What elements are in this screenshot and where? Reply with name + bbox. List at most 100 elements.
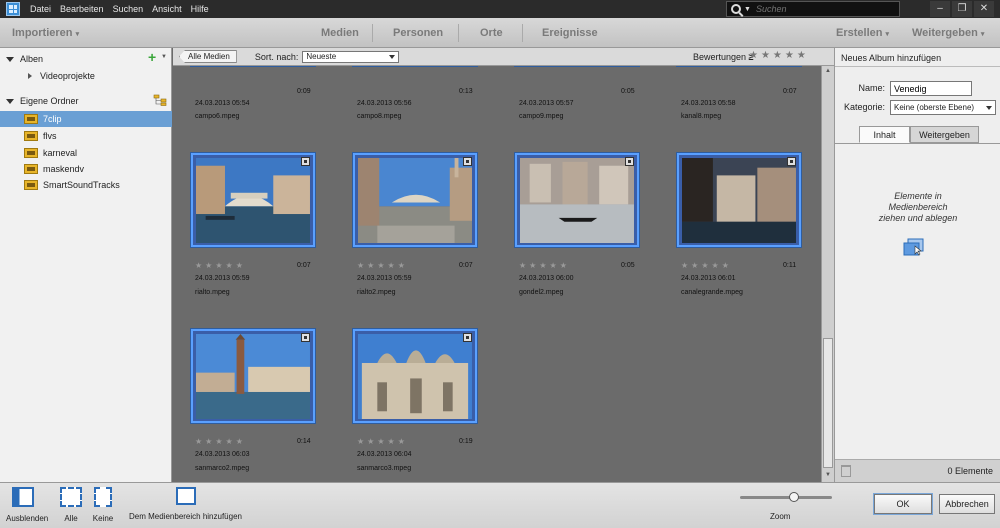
new-album-panel: Neues Album hinzufügen Name: Kategorie: … [834,48,1000,482]
folder-item-maskendv[interactable]: maskendv [0,161,172,177]
video-badge-icon [625,157,634,166]
search-dropdown-caret-icon[interactable]: ▼ [744,6,751,13]
media-item[interactable]: ★★★★★ 0:05 24.03.2013 06:00 gondel2.mpeg [497,153,639,323]
scroll-up-icon[interactable]: ▲ [825,68,831,74]
folders-header[interactable]: Eigene Ordner [0,93,79,109]
select-none-icon [94,487,112,507]
folder-icon [24,164,38,174]
media-item[interactable]: ★★★★★ 0:07 24.03.2013 05:59 rialto2.mpeg [335,153,477,323]
folder-icon [24,180,38,190]
hide-button[interactable]: Ausblenden [6,487,48,523]
zoom-slider-knob[interactable] [789,492,800,502]
album-item-videoprojekte[interactable]: Videoprojekte [22,68,95,84]
media-thumbnail[interactable] [515,153,639,247]
menu-bearbeiten[interactable]: Bearbeiten [60,4,104,14]
folder-label: 7clip [43,114,62,124]
media-thumbnail[interactable] [191,329,315,423]
import-button[interactable]: Importieren ▾ [12,27,79,39]
folder-icon [24,131,38,141]
create-button[interactable]: Erstellen ▾ [836,27,889,39]
tab-orte[interactable]: Orte [480,27,503,39]
scroll-thumb[interactable] [823,338,833,468]
search-icon[interactable] [731,4,741,14]
video-badge-icon [787,157,796,166]
ratings-filter-stars[interactable]: ★★★★★ [749,50,809,61]
menu-datei[interactable]: Datei [30,4,51,14]
add-to-media-icon [175,487,196,505]
category-label: Kategorie: [843,102,885,112]
thumbnail-image [358,158,472,244]
media-item[interactable]: 0:13 24.03.2013 05:56 campo8.mpeg [335,66,475,142]
media-filename: sanmarco3.mpeg [357,465,412,472]
scroll-down-icon[interactable]: ▼ [825,472,831,478]
tab-personen[interactable]: Personen [393,27,443,39]
media-item[interactable]: ★★★★★ 0:07 24.03.2013 05:59 rialto.mpeg [173,153,315,323]
trash-icon[interactable] [841,465,851,477]
media-duration: 0:05 [621,262,635,269]
zoom-slider[interactable] [740,492,832,502]
thumbnail-image [358,334,472,420]
media-item[interactable]: 0:05 24.03.2013 05:57 campo9.mpeg [497,66,637,142]
select-all-button[interactable]: Alle [58,487,84,523]
drag-drop-icon [903,238,924,256]
menu-suchen[interactable]: Suchen [113,4,144,14]
album-name-field[interactable] [890,81,972,96]
category-select[interactable]: Keine (oberste Ebene) [890,100,996,115]
minimize-icon[interactable]: – [930,1,950,17]
folder-item-flvs[interactable]: flvs [0,128,172,144]
collapse-triangle-icon[interactable] [6,98,14,104]
media-rating-stars[interactable]: ★★★★★ [195,261,246,270]
ratings-filter-label: Bewertungen ≥ [693,52,754,62]
media-item[interactable]: 0:07 24.03.2013 05:58 kanal8.mpeg [659,66,799,142]
menu-hilfe[interactable]: Hilfe [191,4,209,14]
expand-triangle-icon[interactable] [28,73,32,79]
tab-ereignisse[interactable]: Ereignisse [542,27,598,39]
albums-header[interactable]: Alben [0,51,43,67]
media-rating-stars[interactable]: ★★★★★ [195,437,246,446]
folder-tree-view-icon[interactable] [153,94,167,106]
select-none-button[interactable]: Keine [90,487,116,523]
menu-ansicht[interactable]: Ansicht [152,4,182,14]
media-scrollbar[interactable]: ▲ ▼ [821,66,834,482]
ok-button[interactable]: OK [874,494,932,514]
add-album-icon[interactable]: + [148,50,156,64]
close-icon[interactable]: ✕ [974,1,994,17]
media-item[interactable]: ★★★★★ 0:11 24.03.2013 06:01 canalegrande… [659,153,801,323]
media-thumbnail[interactable] [191,153,315,247]
add-album-caret-icon[interactable]: ▼ [161,54,167,60]
media-date: 24.03.2013 05:59 [195,275,250,282]
all-media-button[interactable]: Alle Medien [179,50,237,63]
folder-label: maskendv [43,164,85,174]
folder-item-smartsoundtracks[interactable]: SmartSoundTracks [0,177,172,193]
share-button[interactable]: Weitergeben ▾ [912,27,984,39]
sort-select[interactable]: Neueste [302,50,400,63]
media-duration: 0:19 [459,438,473,445]
media-rating-stars[interactable]: ★★★★★ [357,437,408,446]
media-duration: 0:09 [297,88,311,95]
folder-item-karneval[interactable]: karneval [0,145,172,161]
tab-medien[interactable]: Medien [321,27,359,39]
search-box[interactable]: ▼ [726,1,900,17]
media-thumbnail[interactable] [677,153,801,247]
tab-inhalt[interactable]: Inhalt [859,126,910,143]
restore-icon[interactable]: ❐ [952,1,972,17]
media-thumbnail[interactable] [353,329,477,423]
filter-bar: Alle Medien Sort. nach: Neueste Bewertun… [173,48,834,66]
cancel-button[interactable]: Abbrechen [939,494,995,514]
add-to-media-button[interactable]: Dem Medienbereich hinzufügen [128,487,243,521]
media-item[interactable]: ★★★★★ 0:14 24.03.2013 06:03 sanmarco2.mp… [173,329,315,482]
search-input[interactable] [755,4,896,14]
media-item[interactable]: 0:09 24.03.2013 05:54 campo6.mpeg [173,66,313,142]
collapse-triangle-icon[interactable] [6,56,14,62]
media-thumbnail[interactable] [353,153,477,247]
media-rating-stars[interactable]: ★★★★★ [681,261,732,270]
folder-item-7clip[interactable]: 7clip [0,111,172,127]
media-rating-stars[interactable]: ★★★★★ [519,261,570,270]
video-badge-icon [301,157,310,166]
media-filename: rialto.mpeg [195,289,230,296]
media-filename: canalegrande.mpeg [681,289,743,296]
tab-weitergeben[interactable]: Weitergeben [910,126,979,143]
media-filename: gondel2.mpeg [519,289,564,296]
media-item[interactable]: ★★★★★ 0:19 24.03.2013 06:04 sanmarco3.mp… [335,329,477,482]
media-rating-stars[interactable]: ★★★★★ [357,261,408,270]
